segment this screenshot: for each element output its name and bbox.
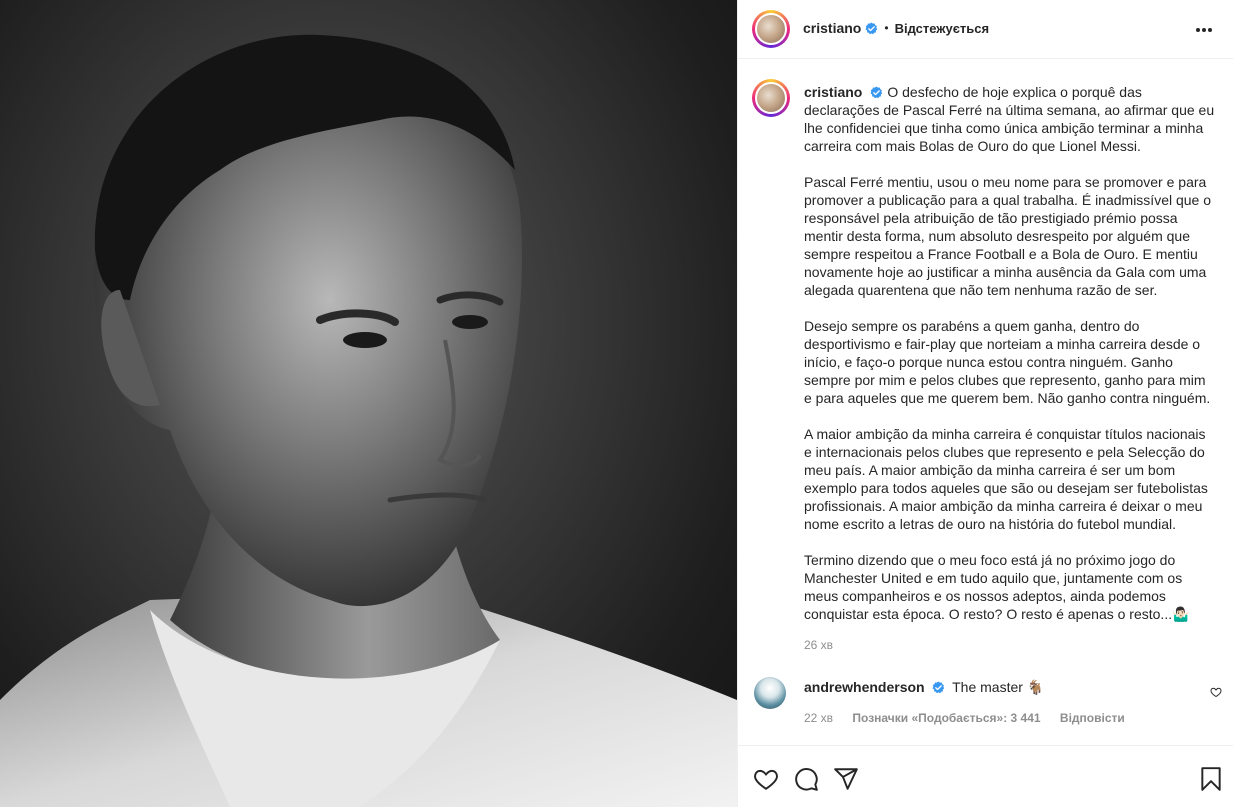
commenter-username[interactable]: andrewhenderson [804, 679, 925, 695]
verified-badge-icon [870, 86, 883, 99]
comment-like-heart-icon[interactable] [1210, 686, 1222, 698]
author-avatar[interactable] [752, 10, 790, 48]
commenter-avatar[interactable] [754, 677, 786, 709]
comment-text: The master 🐐 [952, 679, 1045, 695]
caption-paragraph: Desejo sempre os parabéns a quem ganha, … [804, 318, 1211, 406]
verified-badge-icon [865, 22, 878, 34]
caption-paragraph: Termino dizendo que o meu foco está já n… [804, 552, 1190, 622]
caption-paragraph: A maior ambição da minha carreira é conq… [804, 426, 1208, 532]
more-icon[interactable] [1196, 19, 1216, 39]
post-sidebar: cristiano • Відстежується cristiano O des… [737, 0, 1233, 807]
comment-likes-link[interactable]: Позначки «Подобається»: 3 441 [852, 711, 1040, 725]
caption-paragraph: cristiano O desfecho de hoje explica o po… [804, 83, 1216, 155]
follow-status-button[interactable]: Відстежується [895, 21, 990, 36]
comment-icon[interactable] [793, 766, 819, 792]
comment-row: andrewhenderson The master 🐐 22 хв Позна… [738, 670, 1233, 730]
caption-username[interactable]: cristiano [804, 84, 862, 100]
post-header: cristiano • Відстежується [738, 0, 1233, 59]
comment-body: andrewhenderson The master 🐐 [804, 678, 1044, 696]
author-username[interactable]: cristiano [803, 20, 861, 36]
post-caption: cristiano O desfecho de hoje explica o po… [804, 83, 1216, 641]
heart-icon[interactable] [753, 766, 779, 792]
reply-button[interactable]: Відповісти [1060, 711, 1125, 725]
separator-dot: • [884, 21, 889, 35]
bookmark-icon[interactable] [1198, 766, 1224, 792]
action-bar [738, 745, 1233, 808]
comment-meta: 22 хв Позначки «Подобається»: 3 441 Відп… [804, 711, 1141, 725]
post-photo[interactable] [0, 0, 737, 807]
caption-timestamp: 26 хв [804, 638, 834, 652]
caption-author-avatar[interactable] [752, 79, 790, 117]
comment-timestamp: 22 хв [804, 711, 834, 725]
share-icon[interactable] [833, 766, 859, 792]
verified-badge-icon [932, 681, 945, 694]
instagram-post: cristiano • Відстежується cristiano O des… [0, 0, 1233, 807]
caption-paragraph: Pascal Ferré mentiu, usou o meu nome par… [804, 174, 1212, 298]
portrait-illustration [0, 34, 737, 807]
caption-text: O desfecho de hoje explica o porquê das … [804, 84, 1215, 154]
